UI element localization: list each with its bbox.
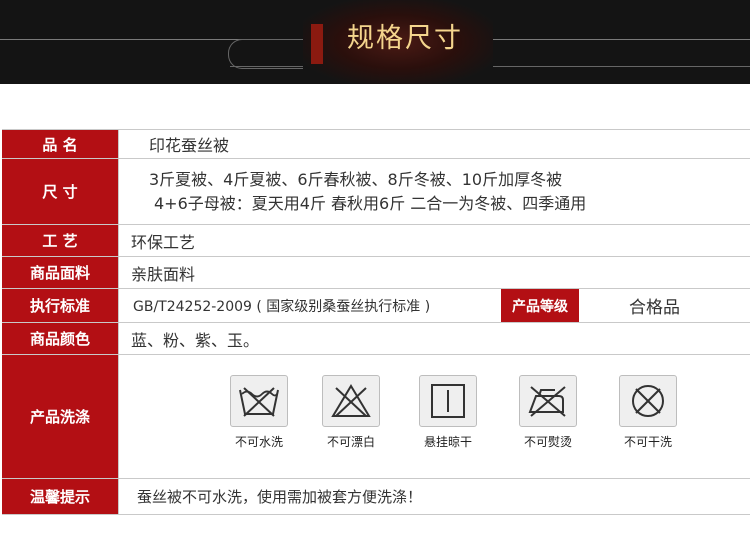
spec-value-name: 印花蚕丝被: [149, 136, 230, 155]
banner-accent-bar: [311, 24, 323, 64]
spec-label-fabric: 商品面料: [2, 257, 118, 288]
spec-table: 品 名 印花蚕丝被 尺 寸 3斤夏被、4斤夏被、6斤春秋被、8斤冬被、10斤加厚…: [2, 129, 750, 515]
spec-label-grade: 产品等级: [501, 289, 579, 322]
no-wash-icon: [230, 375, 288, 427]
spec-label-color: 商品颜色: [2, 323, 118, 354]
spec-label-size: 尺 寸: [2, 159, 118, 224]
spec-row-tip: 温馨提示 蚕丝被不可水洗，使用需加被套方便洗涤！: [2, 479, 750, 515]
spec-row-wash: 产品洗涤 不可水洗 不可漂白 悬挂晾干 不可熨烫 不可干洗: [2, 355, 750, 479]
spec-row-fabric: 商品面料 亲肤面料: [2, 257, 750, 289]
wash-caption-hang-dry: 悬挂晾干: [423, 435, 472, 449]
spec-value-standard-cell: GB/T24252-2009 ( 国家级别桑蚕丝执行标准 ) 产品等级 合格品: [118, 289, 750, 322]
page-title: 规格尺寸: [347, 23, 463, 54]
wash-caption-no-iron: 不可熨烫: [523, 435, 572, 449]
wash-icon-list: 不可水洗 不可漂白 悬挂晾干 不可熨烫 不可干洗: [119, 355, 750, 478]
spec-label-standard: 执行标准: [2, 289, 118, 322]
spec-value-size-line2: 4+6子母被：夏天用4斤 春秋用6斤 二合一为冬被、四季通用: [154, 193, 587, 213]
hang-dry-icon: [419, 375, 477, 427]
spec-label-name: 品 名: [2, 130, 118, 158]
spec-value-color-cell: 蓝、粉、紫、玉。: [118, 323, 750, 354]
wash-item-hang-dry: 悬挂晾干: [413, 375, 483, 450]
header-banner: 规格尺寸: [0, 0, 750, 84]
spec-row-name: 品 名 印花蚕丝被: [2, 129, 750, 159]
spec-value-tip-cell: 蚕丝被不可水洗，使用需加被套方便洗涤！: [118, 479, 750, 514]
no-iron-icon: [519, 375, 577, 427]
spec-row-craft: 工 艺 环保工艺: [2, 225, 750, 257]
spec-value-color: 蓝、粉、紫、玉。: [131, 330, 260, 350]
wash-item-no-bleach: 不可漂白: [316, 375, 386, 450]
spec-row-color: 商品颜色 蓝、粉、紫、玉。: [2, 323, 750, 355]
spec-value-craft: 环保工艺: [131, 232, 196, 252]
wash-caption-no-wash: 不可水洗: [234, 435, 283, 449]
wash-item-no-dry-clean: 不可干洗: [613, 375, 683, 450]
spec-value-fabric-cell: 亲肤面料: [118, 257, 750, 288]
wash-caption-no-bleach: 不可漂白: [326, 435, 375, 449]
banner-rule-right: [470, 39, 750, 40]
wash-item-no-iron: 不可熨烫: [513, 375, 583, 450]
spec-label-wash: 产品洗涤: [2, 355, 118, 478]
spec-value-wash-cell: 不可水洗 不可漂白 悬挂晾干 不可熨烫 不可干洗: [118, 355, 750, 478]
spec-value-fabric: 亲肤面料: [131, 264, 196, 284]
spec-value-standard: GB/T24252-2009 ( 国家级别桑蚕丝执行标准 ): [133, 298, 431, 315]
no-dry-clean-icon: [619, 375, 677, 427]
spec-row-size: 尺 寸 3斤夏被、4斤夏被、6斤春秋被、8斤冬被、10斤加厚冬被 4+6子母被：…: [2, 159, 750, 225]
spec-value-size-cell: 3斤夏被、4斤夏被、6斤春秋被、8斤冬被、10斤加厚冬被 4+6子母被：夏天用4…: [118, 159, 750, 224]
spec-value-grade: 合格品: [629, 298, 680, 318]
spec-value-name-cell: 印花蚕丝被: [118, 130, 750, 158]
spec-label-tip: 温馨提示: [2, 479, 118, 514]
spec-row-standard: 执行标准 GB/T24252-2009 ( 国家级别桑蚕丝执行标准 ) 产品等级…: [2, 289, 750, 323]
wash-caption-no-dry-clean: 不可干洗: [623, 435, 672, 449]
wash-item-no-wash: 不可水洗: [224, 375, 294, 450]
spec-value-craft-cell: 环保工艺: [118, 225, 750, 256]
no-bleach-icon: [322, 375, 380, 427]
spec-page: 规格尺寸 品 名 印花蚕丝被 尺 寸 3斤夏被、4斤夏被、6斤春秋被、8斤冬被、…: [0, 0, 750, 538]
spec-value-size-line1: 3斤夏被、4斤夏被、6斤春秋被、8斤冬被、10斤加厚冬被: [149, 169, 563, 189]
spec-value-tip: 蚕丝被不可水洗，使用需加被套方便洗涤！: [137, 488, 423, 506]
spec-label-craft: 工 艺: [2, 225, 118, 256]
